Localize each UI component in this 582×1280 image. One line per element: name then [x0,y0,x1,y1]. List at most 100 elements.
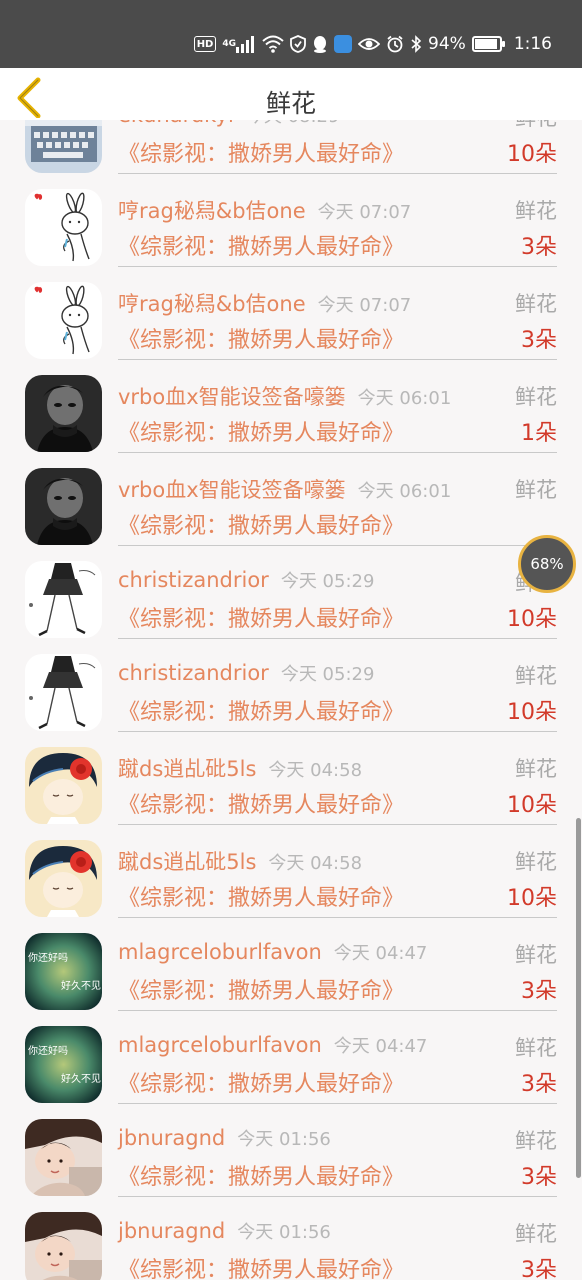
gift-time: 今天 04:58 [268,760,363,781]
signal-icon: 4G [222,33,256,55]
sender-name[interactable]: 蹴ds逍乩砒5ls [118,757,256,781]
scrollbar[interactable] [576,818,581,1178]
avatar-caption-1: 你还好吗 [28,951,68,964]
eye-icon [358,33,381,55]
gift-count: 3朵 [521,1165,557,1190]
sender-name-row: mlagrceloburlfavon 今天 04:47 [118,939,427,965]
book-title[interactable]: 《综影视：撒娇男人最好命》 [118,229,404,261]
gift-count: 3朵 [521,328,557,353]
avatar[interactable] [25,1119,102,1196]
book-title[interactable]: 《综影视：撒娇男人最好命》 [118,136,404,168]
book-title[interactable]: 《综影视：撒娇男人最好命》 [118,508,404,540]
divider [118,1010,557,1011]
avatar[interactable]: 你还好吗 好久不见 [25,933,102,1010]
sender-name[interactable]: mlagrceloburlfavon [118,940,322,964]
list-item[interactable]: christizandrior今天 05:29鲜花《综影视：撒娇男人最好命》10… [0,557,582,650]
divider [118,824,557,825]
sender-name[interactable]: christizandrior [118,568,269,592]
list-item[interactable]: 蹴ds逍乩砒5ls 今天 04:58 鲜花 《综影视：撒娇男人最好命》 10朵 [0,836,582,929]
divider [118,1196,557,1197]
speed-widget[interactable]: 68% [518,535,576,593]
list-item[interactable]: vrbo血x智能设签备嚎篓 今天 06:01 鲜花 《综影视：撒娇男人最好命》 1朵 [0,371,582,464]
book-title[interactable]: 《综影视：撒娇男人最好命》 [118,1252,404,1280]
gift-type: 鲜花 [515,478,557,502]
bluetooth-icon [410,33,422,55]
book-title[interactable]: 《综影视：撒娇男人最好命》 [118,694,404,726]
sender-name[interactable]: jbnuragnd [118,1126,225,1150]
list-item[interactable]: christizandrior今天 05:29鲜花《综影视：撒娇男人最好命》10… [0,650,582,743]
avatar[interactable] [25,840,102,917]
list-item[interactable]: ekdhardkyl 今天 08:29 鲜花《综影视：撒娇男人最好命》 10朵 [0,120,582,185]
gift-type: 鲜花 [515,850,557,874]
gift-count: 3朵 [521,1072,557,1097]
avatar[interactable] [25,747,102,824]
battery-icon [471,36,505,52]
gift-type: 鲜花 [515,943,557,967]
list-item[interactable]: 你还好吗 好久不见 mlagrceloburlfavon 今天 04:47 鲜花 《综影视… [0,1022,582,1115]
avatar[interactable] [25,561,102,638]
sender-name-row: mlagrceloburlfavon 今天 04:47 [118,1032,427,1058]
list-item[interactable]: jbnuragnd 今天 01:56 鲜花 《综影视：撒娇男人最好命》 3朵 [0,1208,582,1280]
book-title[interactable]: 《综影视：撒娇男人最好命》 [118,880,404,912]
avatar[interactable] [25,282,102,359]
divider [118,452,557,453]
gift-count: 3朵 [521,235,557,260]
list-item[interactable]: jbnuragnd 今天 01:56 鲜花 《综影视：撒娇男人最好命》 3朵 [0,1115,582,1208]
gift-count: 1朵 [521,421,557,446]
book-title[interactable]: 《综影视：撒娇男人最好命》 [118,1066,404,1098]
divider [118,731,557,732]
gift-time: 今天 06:01 [357,388,452,409]
flower-gift-list[interactable]: ekdhardkyl今天 08:29鲜花《综影视：撒娇男人最好命》10朵哼rag… [0,120,582,1280]
avatar[interactable] [25,1212,102,1280]
sender-name[interactable]: jbnuragnd [118,1219,225,1243]
gift-time: 今天 05:29 [280,664,375,685]
gift-time: 今天 01:56 [237,1222,331,1243]
sender-name[interactable]: vrbo血x智能设签备嚎篓 [118,478,346,502]
book-title[interactable]: 《综影视：撒娇男人最好命》 [118,787,404,819]
book-title[interactable]: 《综影视：撒娇男人最好命》 [118,322,404,354]
book-title[interactable]: 《综影视：撒娇男人最好命》 [118,601,404,633]
gift-count: 10朵 [507,793,557,818]
sender-name[interactable]: mlagrceloburlfavon [118,1033,322,1057]
avatar[interactable]: 你还好吗 好久不见 [25,1026,102,1103]
list-item[interactable]: 哼rag秘舄&b佶one 今天 07:07 鲜花 《综影视：撒娇男人最好命》 3朵 [0,278,582,371]
list-item[interactable]: 哼rag秘舄&b佶one 今天 07:07 鲜花 《综影视：撒娇男人最好命》 3朵 [0,185,582,278]
gift-count: 10朵 [507,142,557,167]
sender-name[interactable]: 哼rag秘舄&b佶one [118,292,306,316]
gift-type: 鲜花 [515,757,557,781]
avatar[interactable] [25,468,102,545]
divider [118,1103,557,1104]
sender-name-row: christizandrior 今天 05:29 [118,567,374,593]
list-item[interactable]: vrbo血x智能设签备嚎篓 今天 06:01 鲜花《综影视：撒娇男人最好命》 [0,464,582,557]
sender-name[interactable]: vrbo血x智能设签备嚎篓 [118,385,346,409]
avatar[interactable] [25,375,102,452]
gift-time: 今天 08:29 [246,120,340,127]
sender-name[interactable]: christizandrior [118,661,269,685]
gift-time: 今天 07:07 [317,202,412,223]
gift-time: 今天 06:01 [357,481,452,502]
book-title[interactable]: 《综影视：撒娇男人最好命》 [118,1159,404,1191]
sender-name-row: 蹴ds逍乩砒5ls 今天 04:58 [118,753,362,783]
sender-name[interactable]: 蹴ds逍乩砒5ls [118,850,256,874]
battery-percent: 94% [428,34,466,54]
sender-name-row: vrbo血x智能设签备嚎篓 今天 06:01 [118,474,451,504]
avatar[interactable] [25,654,102,731]
gift-time: 今天 04:47 [333,1036,428,1057]
gift-count: 10朵 [507,886,557,911]
sender-name[interactable]: ekdhardkyl [118,120,234,127]
avatar[interactable] [25,189,102,266]
gift-count: 3朵 [521,979,557,1004]
gift-time: 今天 04:47 [333,943,428,964]
page-title: 鲜花 [265,89,316,118]
divider [118,266,557,267]
clock: 1:16 [513,34,552,54]
status-icons: HD 4G 94% 1:16 [193,30,552,58]
status-bar: HD 4G 94% 1:16 [0,0,582,68]
list-item[interactable]: 蹴ds逍乩砒5ls 今天 04:58 鲜花《综影视：撒娇男人最好命》 10朵 [0,743,582,836]
list-item[interactable]: 你还好吗 好久不见 mlagrceloburlfavon 今天 04:47 鲜花《综影视… [0,929,582,1022]
book-title[interactable]: 《综影视：撒娇男人最好命》 [118,415,404,447]
avatar[interactable] [25,120,102,173]
wifi-icon [262,33,284,55]
book-title[interactable]: 《综影视：撒娇男人最好命》 [118,973,404,1005]
sender-name[interactable]: 哼rag秘舄&b佶one [118,199,306,223]
